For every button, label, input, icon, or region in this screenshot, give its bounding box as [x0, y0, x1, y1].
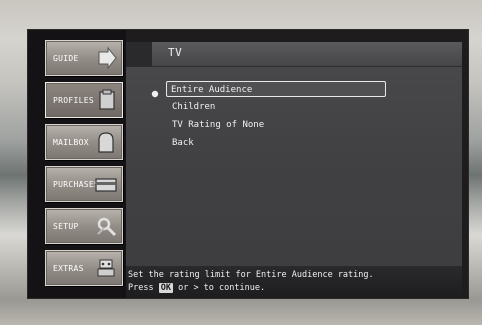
nav-purchases-label: PURCHASES — [53, 180, 100, 189]
help-text-line1: Set the rating limit for Entire Audience… — [128, 270, 374, 280]
nav-setup-button[interactable]: SETUP — [45, 208, 123, 244]
help-press-text: Press — [128, 283, 159, 293]
help-continue-text: or > to continue. — [172, 283, 266, 293]
selection-bullet-icon — [151, 90, 159, 98]
ok-key-icon: OK — [158, 283, 173, 293]
nav-guide-label: GUIDE — [53, 54, 79, 63]
option-label: Children — [172, 102, 216, 112]
nav-purchases-button[interactable]: PURCHASES — [45, 166, 123, 202]
nav-profiles-button[interactable]: PROFILES — [45, 82, 123, 118]
option-children[interactable]: Children — [172, 99, 215, 115]
extras-robot-icon — [97, 259, 115, 277]
nav-guide-button[interactable]: GUIDE — [45, 40, 123, 76]
nav-profiles-label: PROFILES — [53, 96, 94, 105]
option-back[interactable]: Back — [172, 135, 194, 151]
option-label: Entire Audience — [171, 85, 253, 95]
nav-extras-button[interactable]: EXTRAS — [45, 250, 123, 286]
mailbox-icon — [98, 132, 114, 153]
title-tab — [126, 42, 152, 66]
profile-card-icon — [99, 89, 115, 110]
nav-extras-label: EXTRAS — [53, 264, 84, 273]
page-title: TV — [168, 46, 183, 59]
arrow-right-icon — [98, 46, 117, 70]
setup-tools-icon — [97, 217, 117, 237]
option-label: Back — [172, 138, 194, 148]
option-tv-rating-none[interactable]: TV Rating of None — [172, 117, 264, 133]
nav-setup-label: SETUP — [53, 222, 79, 231]
option-label: TV Rating of None — [172, 120, 265, 130]
nav-mailbox-label: MAILBOX — [53, 138, 89, 147]
help-text-line2: Press OK or > to continue. — [128, 283, 265, 293]
option-entire-audience[interactable]: Entire Audience — [166, 81, 386, 97]
purchase-card-icon — [95, 178, 117, 192]
nav-mailbox-button[interactable]: MAILBOX — [45, 124, 123, 160]
